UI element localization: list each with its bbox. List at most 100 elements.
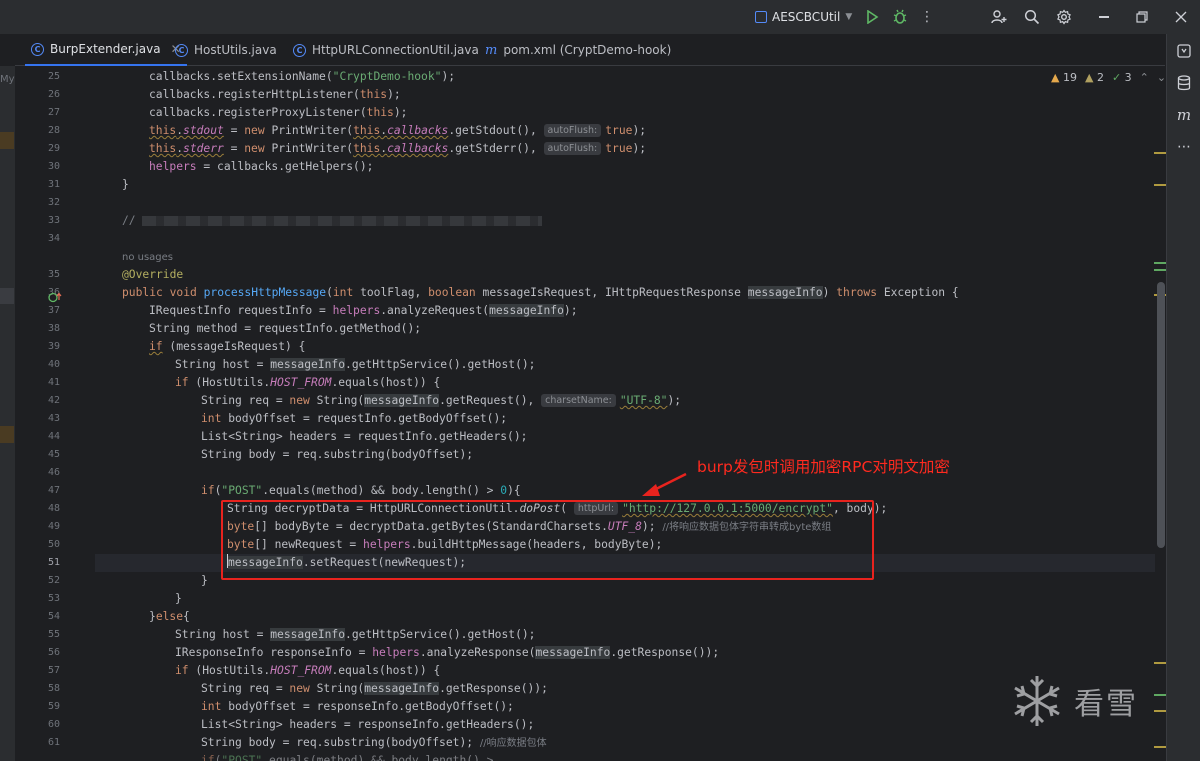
line-number: 45	[47, 449, 60, 460]
tab-label: BurpExtender.java	[50, 42, 161, 56]
inspection-widget[interactable]: ▲ 19 ▲ 2 ✓ 3 ⌃ ⌄	[1051, 71, 1166, 84]
line-number: 48	[47, 503, 60, 514]
line-number: 55	[47, 629, 60, 640]
add-user-icon[interactable]	[990, 8, 1008, 26]
usages-hint[interactable]: no usages	[122, 250, 173, 264]
change-marker	[0, 132, 14, 149]
warning-count: ▲ 19	[1051, 71, 1077, 84]
tab-httpurlconnectionutil[interactable]: C HttpURLConnectionUtil.java	[293, 34, 479, 66]
line-number: 30	[47, 161, 60, 172]
editor-tab-bar: C BurpExtender.java ✕ C HostUtils.java C…	[15, 34, 1165, 66]
chevron-up-icon[interactable]: ⌃	[1140, 71, 1149, 84]
checkmark-icon: ✓	[1111, 71, 1122, 84]
run-icon[interactable]	[863, 8, 881, 26]
line-number: 32	[47, 197, 60, 208]
line-number: 34	[47, 233, 60, 244]
line-number: 57	[47, 665, 60, 676]
code-line: this.stdout = new PrintWriter(this.callb…	[149, 124, 647, 137]
line-number: 44	[47, 431, 60, 442]
line-number: 31	[47, 179, 60, 190]
code-line: String req = new String(messageInfo.getR…	[201, 394, 682, 407]
tab-pom-xml[interactable]: m pom.xml (CryptDemo-hook)	[485, 34, 671, 66]
annotation-label: burp发包时调用加密RPC对明文加密	[697, 458, 950, 476]
left-tool-strip: My	[0, 66, 15, 761]
settings-gear-icon[interactable]	[1055, 8, 1073, 26]
tab-label: pom.xml (CryptDemo-hook)	[503, 43, 672, 57]
debug-icon[interactable]	[891, 8, 909, 26]
title-bar: AESCBCUtil ▼ ⋮	[0, 0, 1200, 34]
code-line: public void processHttpMessage(int toolF…	[122, 286, 959, 299]
line-number: 50	[47, 539, 60, 550]
run-config-icon	[755, 11, 767, 23]
typo-count: ✓ 3	[1111, 71, 1132, 84]
weak-warning-count: ▲ 2	[1084, 71, 1104, 84]
code-line: String body = req.substring(bodyOffset);	[201, 448, 474, 461]
more-tools-icon[interactable]: ⋯	[1175, 138, 1193, 156]
parameter-hint: autoFlush:	[543, 124, 602, 137]
parameter-hint: httpUrl:	[573, 502, 619, 515]
maven-icon: m	[485, 42, 498, 58]
code-line: if("POST".equals(method) && body.length(…	[201, 484, 521, 497]
code-line: }	[201, 574, 208, 587]
line-number: 54	[47, 611, 60, 622]
code-line: IRequestInfo requestInfo = helpers.analy…	[149, 304, 578, 317]
code-line: callbacks.registerProxyListener(this);	[149, 106, 408, 119]
restore-window-icon[interactable]	[1133, 8, 1151, 26]
watermark-text: 看雪	[1074, 687, 1138, 722]
blurred-comment	[141, 216, 542, 226]
line-number: 59	[47, 701, 60, 712]
code-line: @Override	[122, 268, 184, 281]
minimize-icon[interactable]	[1095, 8, 1113, 26]
run-configuration-selector[interactable]: AESCBCUtil ▼	[755, 7, 852, 27]
search-icon[interactable]	[1023, 8, 1041, 26]
warning-icon: ▲	[1051, 71, 1060, 84]
code-line: byte[] newRequest = helpers.buildHttpMes…	[227, 538, 663, 551]
code-line: //	[122, 212, 542, 230]
code-line: if (HostUtils.HOST_FROM.equals(host)) {	[175, 376, 441, 389]
code-line: String body = req.substring(bodyOffset);…	[201, 736, 547, 749]
code-line: this.stderr = new PrintWriter(this.callb…	[149, 142, 647, 155]
code-line: String method = requestInfo.getMethod();	[149, 322, 422, 335]
warning-stripe-mark	[1154, 662, 1166, 664]
code-line: int bodyOffset = requestInfo.getBodyOffs…	[201, 412, 508, 425]
line-number: 56	[47, 647, 60, 658]
code-line: callbacks.setExtensionName("CryptDemo-ho…	[149, 70, 456, 83]
line-number: 37	[47, 305, 60, 316]
line-number: 51	[47, 557, 60, 568]
change-marker	[0, 288, 14, 304]
line-number: 49	[47, 521, 60, 532]
more-actions-icon[interactable]: ⋮	[918, 8, 936, 26]
database-icon[interactable]	[1175, 74, 1193, 92]
annotation-arrow-icon	[642, 472, 687, 496]
line-number: 28	[47, 125, 60, 136]
watermark: 看雪	[1008, 672, 1138, 730]
chevron-down-icon: ▼	[845, 12, 853, 22]
code-line: }else{	[149, 610, 190, 623]
class-icon: C	[293, 43, 306, 57]
right-tool-strip: m ⋯	[1166, 34, 1200, 761]
line-number: 53	[47, 593, 60, 604]
override-marker-icon[interactable]	[48, 288, 62, 303]
notifications-icon[interactable]	[1175, 42, 1193, 60]
warning-stripe-mark	[1154, 710, 1166, 712]
line-number: 40	[47, 359, 60, 370]
vertical-scrollbar[interactable]	[1157, 282, 1165, 548]
tab-burpextender[interactable]: C BurpExtender.java ✕	[25, 34, 187, 66]
code-line: if (messageIsRequest) {	[149, 340, 306, 353]
project-panel-label: My	[0, 74, 15, 85]
parameter-hint: autoFlush:	[543, 142, 602, 155]
maven-icon[interactable]: m	[1175, 106, 1193, 124]
close-window-icon[interactable]	[1172, 8, 1190, 26]
code-editor[interactable]: callbacks.setExtensionName("CryptDemo-ho…	[95, 66, 1155, 761]
line-number: 35	[47, 269, 60, 280]
line-number: 43	[47, 413, 60, 424]
change-stripe-mark	[1154, 262, 1166, 264]
code-line: }	[122, 178, 129, 191]
change-marker	[0, 426, 14, 443]
line-number: 46	[47, 467, 60, 478]
line-number: 47	[47, 485, 60, 496]
line-number: 42	[47, 395, 60, 406]
line-number: 58	[47, 683, 60, 694]
tab-hostutils[interactable]: C HostUtils.java	[175, 34, 277, 66]
code-line: List<String> headers = requestInfo.getHe…	[201, 430, 528, 443]
